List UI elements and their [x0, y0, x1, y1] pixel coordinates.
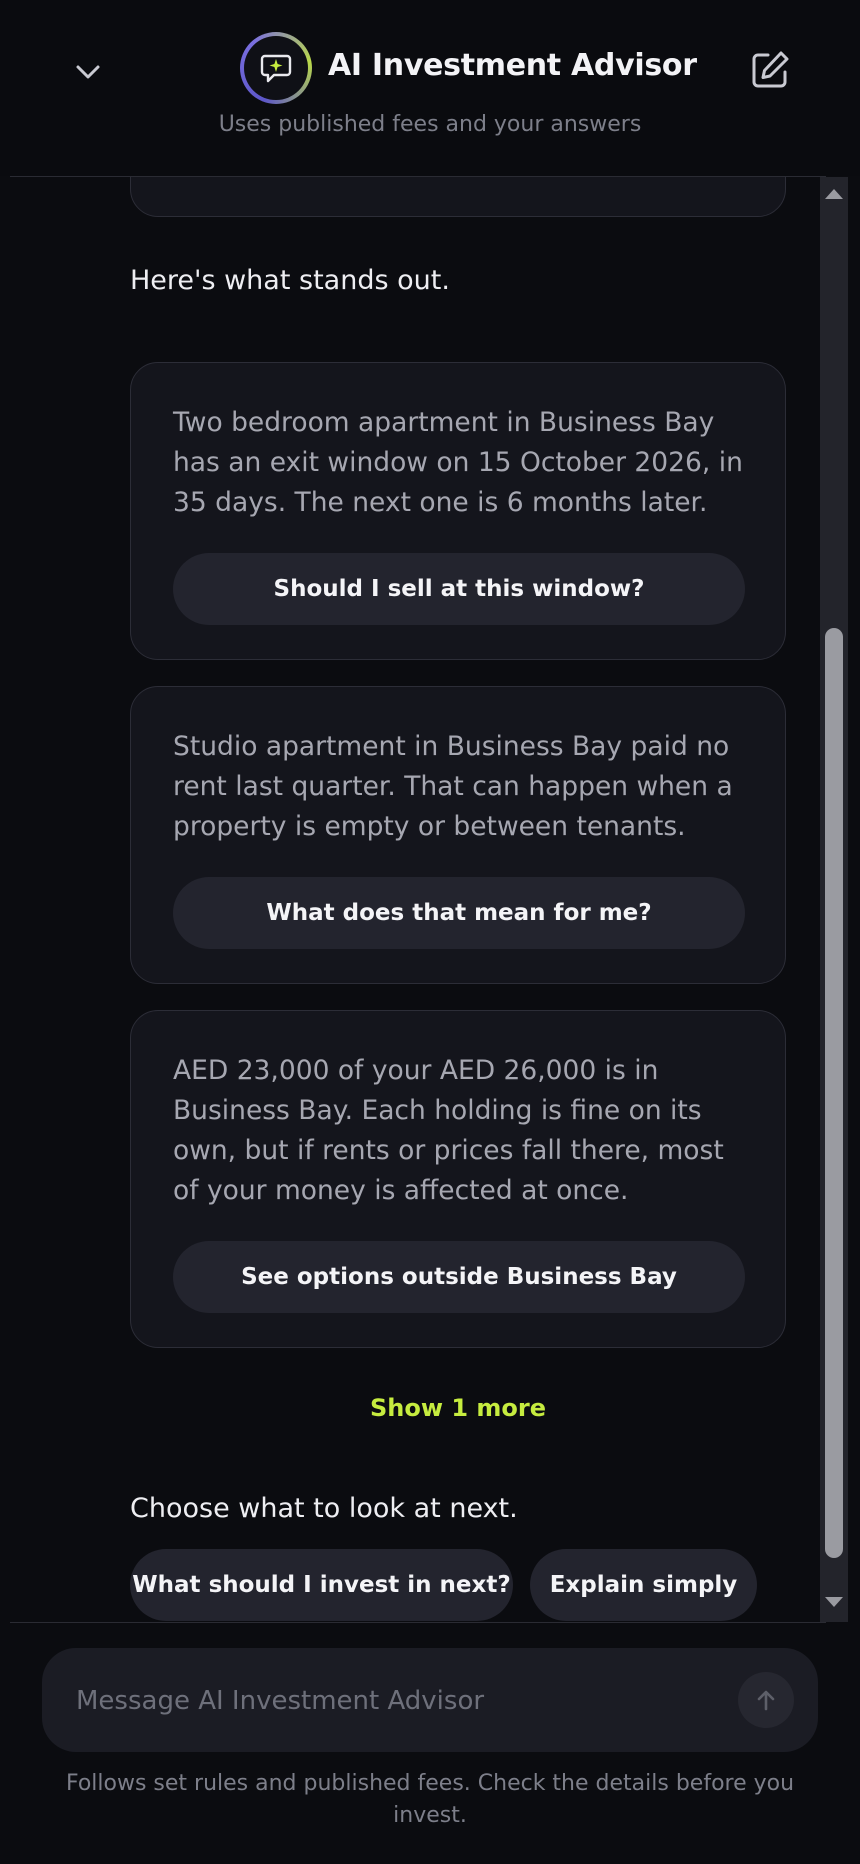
next-prompt-message: Choose what to look at next.	[130, 1493, 518, 1524]
send-button[interactable]	[738, 1672, 794, 1728]
insight-text: Two bedroom apartment in Business Bay ha…	[173, 407, 743, 518]
sell-window-button[interactable]: Should I sell at this window?	[173, 553, 745, 625]
page-title: AI Investment Advisor	[328, 48, 697, 83]
message-input[interactable]	[74, 1680, 718, 1722]
page-subtitle: Uses published fees and your answers	[218, 112, 642, 137]
scroll-down-icon[interactable]	[825, 1597, 843, 1607]
composer-divider	[10, 1622, 826, 1623]
chat-sparkle-icon	[260, 54, 292, 83]
insight-text: AED 23,000 of your AED 26,000 is in Busi…	[173, 1055, 724, 1206]
composer	[42, 1648, 818, 1752]
header: AI Investment Advisor Uses published fee…	[0, 0, 860, 176]
suggestion-explain-simply[interactable]: Explain simply	[530, 1549, 757, 1621]
advisor-avatar	[240, 32, 312, 104]
meaning-button[interactable]: What does that mean for me?	[173, 877, 745, 949]
insight-text: Studio apartment in Business Bay paid no…	[173, 731, 733, 842]
insight-card-no-rent: Studio apartment in Business Bay paid no…	[130, 686, 786, 984]
insight-card-concentration: AED 23,000 of your AED 26,000 is in Busi…	[130, 1010, 786, 1348]
insight-card-exit-window: Two bedroom apartment in Business Bay ha…	[130, 362, 786, 660]
intro-message: Here's what stands out.	[130, 265, 450, 296]
show-more-link[interactable]: Show 1 more	[130, 1394, 786, 1422]
disclaimer: Follows set rules and published fees. Ch…	[65, 1771, 795, 1828]
previous-card	[130, 177, 786, 217]
edit-icon[interactable]	[748, 48, 792, 92]
chevron-down-icon[interactable]	[70, 54, 106, 90]
chat-scroll-area[interactable]: Here's what stands out. Two bedroom apar…	[0, 177, 820, 1622]
arrow-up-icon	[757, 1690, 775, 1711]
scroll-up-icon[interactable]	[825, 189, 843, 199]
suggestion-invest-next[interactable]: What should I invest in next?	[130, 1549, 513, 1621]
scrollbar-thumb[interactable]	[825, 628, 843, 1558]
options-outside-button[interactable]: See options outside Business Bay	[173, 1241, 745, 1313]
